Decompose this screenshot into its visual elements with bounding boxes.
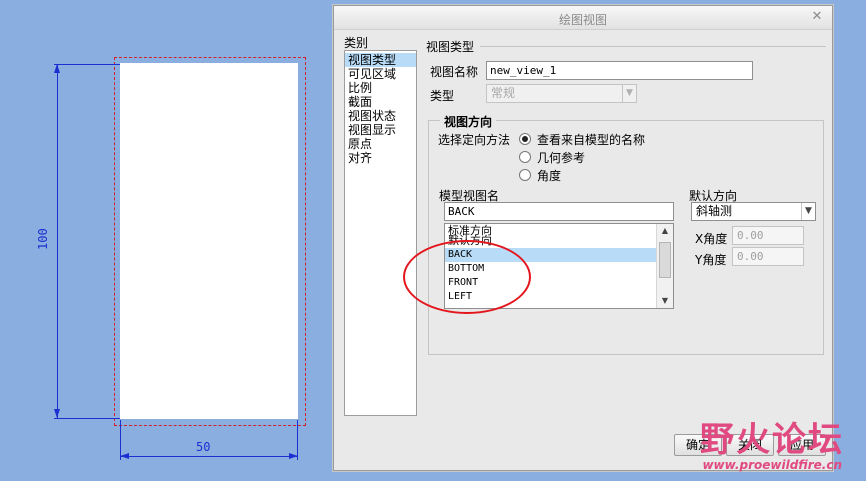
scroll-thumb[interactable] <box>659 242 671 278</box>
watermark-brand: 野火论坛 <box>700 412 844 461</box>
default-orientation-select[interactable]: 斜轴测 ▼ <box>691 202 816 221</box>
close-icon[interactable]: ✕ <box>810 9 824 25</box>
default-orientation-value: 斜轴测 <box>696 204 733 218</box>
x-angle-label: X角度 <box>695 232 728 246</box>
drawing-view-dialog: 绘图视图 ✕ 类别 视图类型 可见区域 比例 截面 视图状态 视图显示 原点 对… <box>333 5 833 471</box>
radio-unselected-icon <box>519 169 531 181</box>
horizontal-dimension-value[interactable]: 50 <box>196 440 210 454</box>
radio-label: 角度 <box>537 168 562 183</box>
dimension-arrow-right-icon <box>289 453 298 459</box>
dimension-arrow-up-icon <box>54 64 60 73</box>
watermark-text: 野火论坛 <box>700 420 844 460</box>
dimension-extension-line <box>54 418 120 419</box>
category-list: 视图类型 可见区域 比例 截面 视图状态 视图显示 原点 对齐 <box>344 50 417 416</box>
view-name-label: 视图名称 <box>430 65 479 79</box>
radio-angle[interactable]: 角度 <box>519 167 561 183</box>
annotation-highlight-ellipse <box>403 240 531 314</box>
view-orientation-title: 视图方向 <box>440 113 497 130</box>
chevron-down-icon: ▼ <box>801 203 815 220</box>
dimension-arrow-left-icon <box>120 453 129 459</box>
radio-selected-icon <box>519 133 531 145</box>
scroll-up-icon[interactable]: ▲ <box>657 224 673 238</box>
dialog-title: 绘图视图 <box>558 13 607 27</box>
category-item[interactable]: 对齐 <box>345 151 416 165</box>
vertical-dimension-line <box>57 64 58 418</box>
x-angle-input[interactable]: 0.00 <box>732 226 804 245</box>
category-item[interactable]: 视图显示 <box>345 123 416 137</box>
y-angle-label: Y角度 <box>695 253 727 267</box>
view-boundary-frame <box>114 57 306 426</box>
category-item[interactable]: 可见区域 <box>345 67 416 81</box>
orientation-method-label: 选择定向方法 <box>438 133 511 147</box>
dimension-extension-line <box>54 64 120 65</box>
category-item[interactable]: 比例 <box>345 81 416 95</box>
vertical-dimension-value[interactable]: 100 <box>36 228 56 250</box>
category-item[interactable]: 原点 <box>345 137 416 151</box>
list-scrollbar[interactable]: ▲ ▼ <box>656 224 673 308</box>
chevron-down-icon: ▼ <box>622 85 636 102</box>
watermark-url: www.proewildfire.cn <box>702 458 842 472</box>
view-name-input[interactable]: new_view_1 <box>486 61 753 80</box>
dialog-titlebar[interactable]: 绘图视图 ✕ <box>334 6 832 30</box>
category-item[interactable]: 视图类型 <box>345 53 416 67</box>
y-angle-input[interactable]: 0.00 <box>732 247 804 266</box>
radio-unselected-icon <box>519 151 531 163</box>
section-divider <box>480 46 826 47</box>
section-title: 视图类型 <box>426 40 475 54</box>
type-select[interactable]: 常规 ▼ <box>486 84 637 103</box>
categories-label: 类别 <box>344 36 369 50</box>
type-select-value: 常规 <box>491 86 516 100</box>
type-label: 类型 <box>430 89 455 103</box>
model-view-name-input[interactable]: BACK <box>444 202 674 221</box>
dimension-arrow-down-icon <box>54 409 60 418</box>
radio-label: 几何参考 <box>537 150 586 165</box>
radio-model-view-name[interactable]: 查看来自模型的名称 <box>519 131 645 147</box>
scroll-down-icon[interactable]: ▼ <box>657 294 673 308</box>
radio-label: 查看来自模型的名称 <box>537 132 646 147</box>
category-item[interactable]: 截面 <box>345 95 416 109</box>
radio-geometry-reference[interactable]: 几何参考 <box>519 149 585 165</box>
horizontal-dimension-line <box>120 456 298 457</box>
category-item[interactable]: 视图状态 <box>345 109 416 123</box>
